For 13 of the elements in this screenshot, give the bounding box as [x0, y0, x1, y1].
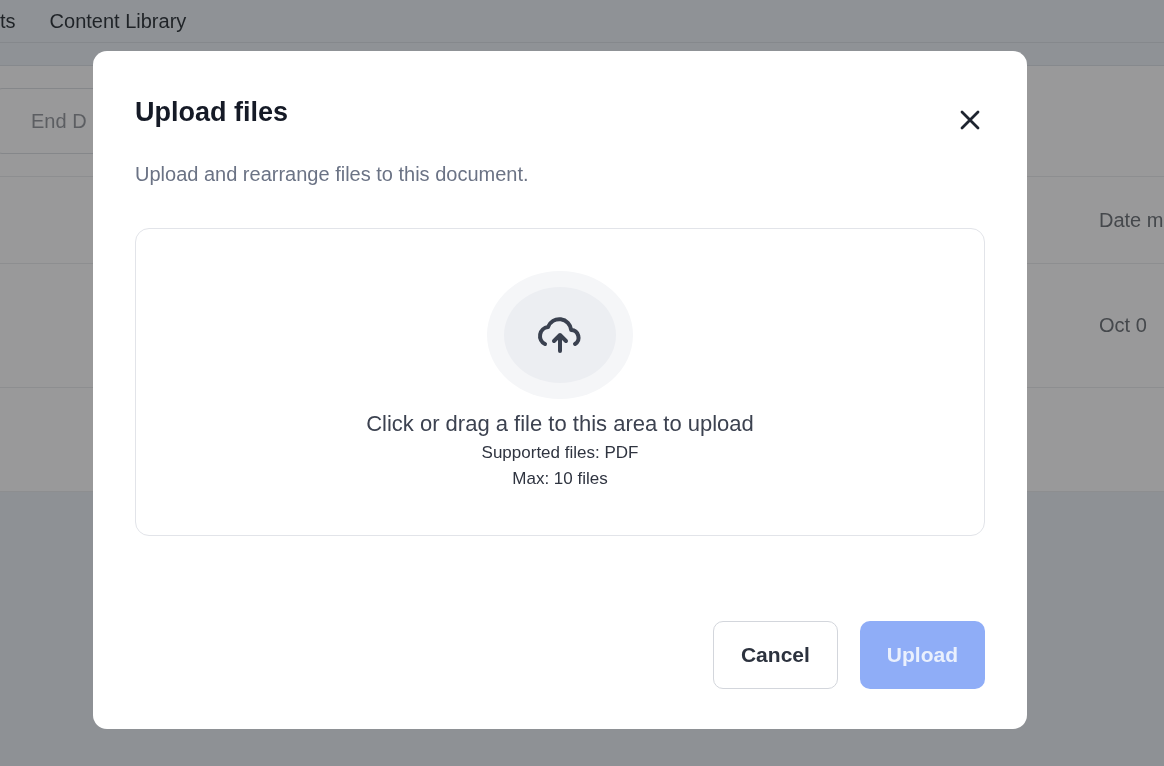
table-cell: Oct 0: [1099, 314, 1147, 337]
supported-files-text: Supported files: PDF: [481, 443, 639, 463]
file-drop-area[interactable]: Click or drag a file to this area to upload Supported files: PDF Max: 10 files: [135, 228, 985, 536]
cancel-button[interactable]: Cancel: [712, 621, 838, 689]
column-header: Date m: [1099, 208, 1164, 232]
placeholder-text: End D: [31, 109, 87, 133]
dialog-title: Upload files: [135, 97, 289, 128]
drop-prompt: Click or drag a file to this area to upload: [366, 411, 754, 437]
max-files-text: Max: 10 files: [512, 469, 608, 489]
close-icon: [959, 109, 981, 131]
nav-link[interactable]: ts: [0, 9, 16, 33]
nav-link[interactable]: Content Library: [49, 9, 187, 33]
dialog-subtitle: Upload and rearrange files to this document.: [135, 163, 530, 186]
